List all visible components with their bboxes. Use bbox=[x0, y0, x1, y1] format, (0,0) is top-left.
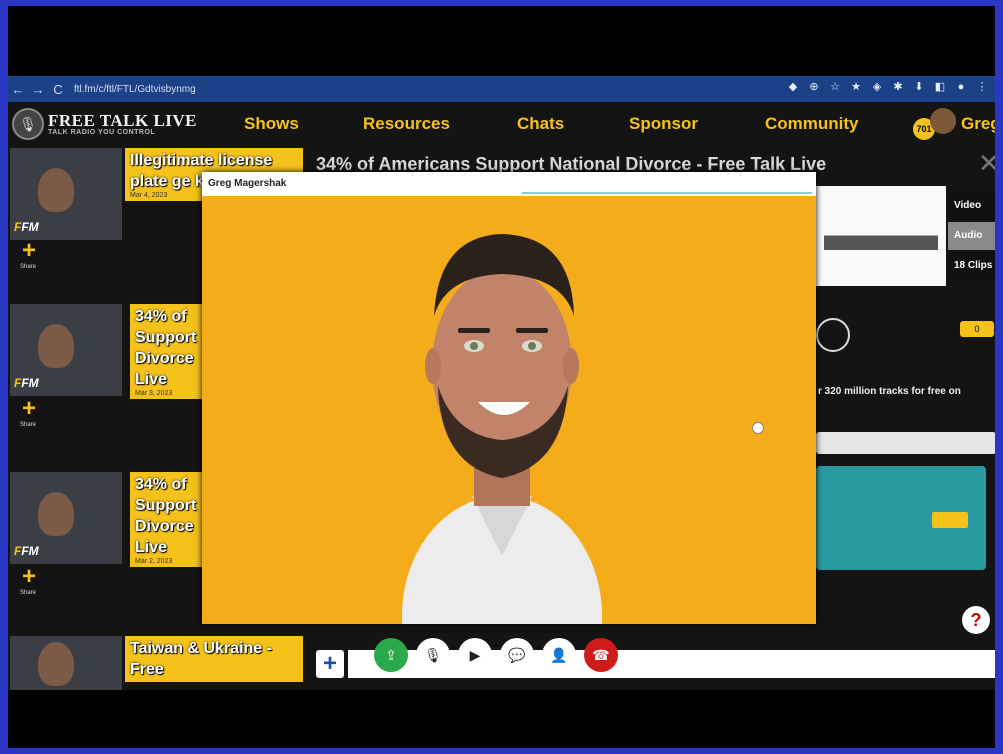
nav-community[interactable]: Community bbox=[765, 114, 859, 134]
browser-toolbar: ← → C ftl.fm/c/ftl/FTL/Gdtvisbynmg ◆ ⊕ ☆… bbox=[8, 76, 995, 102]
add-icon[interactable]: + bbox=[20, 239, 38, 263]
promo-card[interactable] bbox=[816, 466, 986, 570]
show-thumbnail[interactable]: FFM bbox=[10, 148, 122, 240]
show-card[interactable]: Taiwan & Ukraine - Free bbox=[125, 636, 303, 682]
share-label[interactable]: Share bbox=[20, 264, 36, 270]
nav-resources[interactable]: Resources bbox=[363, 114, 450, 134]
nav-sponsor[interactable]: Sponsor bbox=[629, 114, 698, 134]
share-label[interactable]: Share bbox=[20, 422, 36, 428]
menu-icon[interactable]: ⋮ bbox=[975, 80, 989, 94]
show-card[interactable]: 34% of Support Divorce Live Mar 2, 2023 bbox=[130, 472, 208, 567]
hang-up-button[interactable]: ☎ bbox=[584, 638, 618, 672]
help-button[interactable]: ? bbox=[962, 606, 990, 634]
show-title: 34% of Support Divorce Live bbox=[135, 476, 197, 556]
site-logo[interactable]: 🎙 FREE TALK LIVE TALK RADIO YOU CONTROL bbox=[12, 108, 197, 140]
participants-icon: 👤 bbox=[550, 647, 568, 663]
video-button[interactable]: Video bbox=[948, 192, 995, 220]
add-icon[interactable]: + bbox=[20, 397, 38, 421]
add-button[interactable]: + bbox=[316, 650, 344, 678]
reload-icon[interactable]: C bbox=[48, 82, 68, 97]
extension-icon[interactable]: ★ bbox=[849, 80, 863, 94]
show-thumbnail[interactable]: FFM bbox=[10, 472, 122, 564]
bookmark-star-icon[interactable]: ☆ bbox=[828, 80, 842, 94]
chat-button[interactable]: 💬 bbox=[500, 638, 534, 672]
extension-icon[interactable]: ⊕ bbox=[807, 80, 821, 94]
show-title: 34% of Support Divorce Live bbox=[135, 308, 197, 388]
site-header: 🎙 FREE TALK LIVE TALK RADIO YOU CONTROL … bbox=[8, 102, 995, 146]
video-call-titlebar: Greg Magershak bbox=[202, 172, 816, 196]
nav-chats[interactable]: Chats bbox=[517, 114, 564, 134]
show-title: Taiwan & Ukraine - Free bbox=[130, 640, 272, 678]
chat-icon: 💬 bbox=[508, 647, 526, 663]
microphone-icon: 🎙 bbox=[424, 647, 442, 663]
close-icon[interactable]: ✕ bbox=[978, 148, 995, 179]
clips-button[interactable]: 18 Clips bbox=[948, 252, 995, 280]
host-image bbox=[38, 642, 74, 686]
nav-shows[interactable]: Shows bbox=[244, 114, 299, 134]
add-icon[interactable]: + bbox=[20, 565, 38, 589]
audio-player[interactable] bbox=[816, 186, 946, 286]
hang-up-icon: ☎ bbox=[592, 647, 610, 663]
call-controls: ⇪ 🎙 ▶ 💬 👤 ☎ bbox=[374, 638, 618, 672]
show-date: Mar 2, 2023 bbox=[135, 558, 173, 565]
address-bar[interactable]: ftl.fm/c/ftl/FTL/Gdtvisbynmg bbox=[74, 84, 294, 95]
promo-text: r 320 million tracks for free on bbox=[818, 386, 961, 397]
participants-button[interactable]: 👤 bbox=[542, 638, 576, 672]
participant-name: Greg Magershak bbox=[208, 178, 287, 189]
camera-button[interactable]: ▶ bbox=[458, 638, 492, 672]
download-icon[interactable]: ⬇ bbox=[912, 80, 926, 94]
show-date: Mar 3, 2023 bbox=[135, 390, 173, 397]
microphone-logo-icon: 🎙 bbox=[12, 108, 44, 140]
thumbnail-fm-label: FFM bbox=[14, 220, 39, 234]
host-image bbox=[38, 492, 74, 536]
host-image bbox=[38, 324, 74, 368]
search-input[interactable] bbox=[816, 432, 995, 454]
screen-share-icon: ⇪ bbox=[385, 647, 397, 663]
avatar-video bbox=[402, 234, 602, 624]
logo-tagline: TALK RADIO YOU CONTROL bbox=[48, 129, 156, 136]
video-frame: ← → C ftl.fm/c/ftl/FTL/Gdtvisbynmg ◆ ⊕ ☆… bbox=[8, 6, 995, 748]
thumbnail-fm-label: FFM bbox=[14, 544, 39, 558]
user-name[interactable]: Greg bbox=[961, 114, 995, 134]
back-icon[interactable]: ← bbox=[8, 82, 28, 97]
extension-icon[interactable]: ◆ bbox=[786, 80, 800, 94]
avatar[interactable] bbox=[930, 108, 956, 134]
screen-share-button[interactable]: ⇪ bbox=[374, 638, 408, 672]
extension-icon[interactable]: ◈ bbox=[870, 80, 884, 94]
profile-icon[interactable]: ● bbox=[954, 80, 968, 94]
logo-title: FREE TALK LIVE bbox=[48, 111, 198, 130]
play-circle-button[interactable] bbox=[816, 318, 850, 352]
puzzle-icon[interactable]: ✱ bbox=[891, 80, 905, 94]
show-card[interactable]: 34% of Support Divorce Live Mar 3, 2023 bbox=[130, 304, 208, 399]
sidepanel-icon[interactable]: ◧ bbox=[933, 80, 947, 94]
promo-button[interactable] bbox=[932, 512, 968, 528]
counter-badge[interactable]: 0 bbox=[960, 321, 994, 337]
waveform[interactable] bbox=[824, 226, 938, 250]
audio-button[interactable]: Audio bbox=[948, 222, 995, 250]
list-item[interactable]: Taiwan & Ukraine - Free bbox=[8, 636, 308, 690]
mute-button[interactable]: 🎙 bbox=[416, 638, 450, 672]
forward-icon[interactable]: → bbox=[28, 82, 48, 97]
thumbnail-fm-label: FFM bbox=[14, 376, 39, 390]
screen-capture: ← → C ftl.fm/c/ftl/FTL/Gdtvisbynmg ◆ ⊕ ☆… bbox=[8, 76, 995, 690]
extension-icons: ◆ ⊕ ☆ ★ ◈ ✱ ⬇ ◧ ● ⋮ bbox=[786, 80, 989, 94]
show-thumbnail[interactable] bbox=[10, 636, 122, 690]
mouse-cursor bbox=[752, 422, 764, 434]
camera-icon: ▶ bbox=[469, 647, 481, 663]
host-image bbox=[38, 168, 74, 212]
share-label[interactable]: Share bbox=[20, 590, 36, 596]
video-call-window: Greg Magershak bbox=[202, 172, 816, 624]
show-thumbnail[interactable]: FFM bbox=[10, 304, 122, 396]
